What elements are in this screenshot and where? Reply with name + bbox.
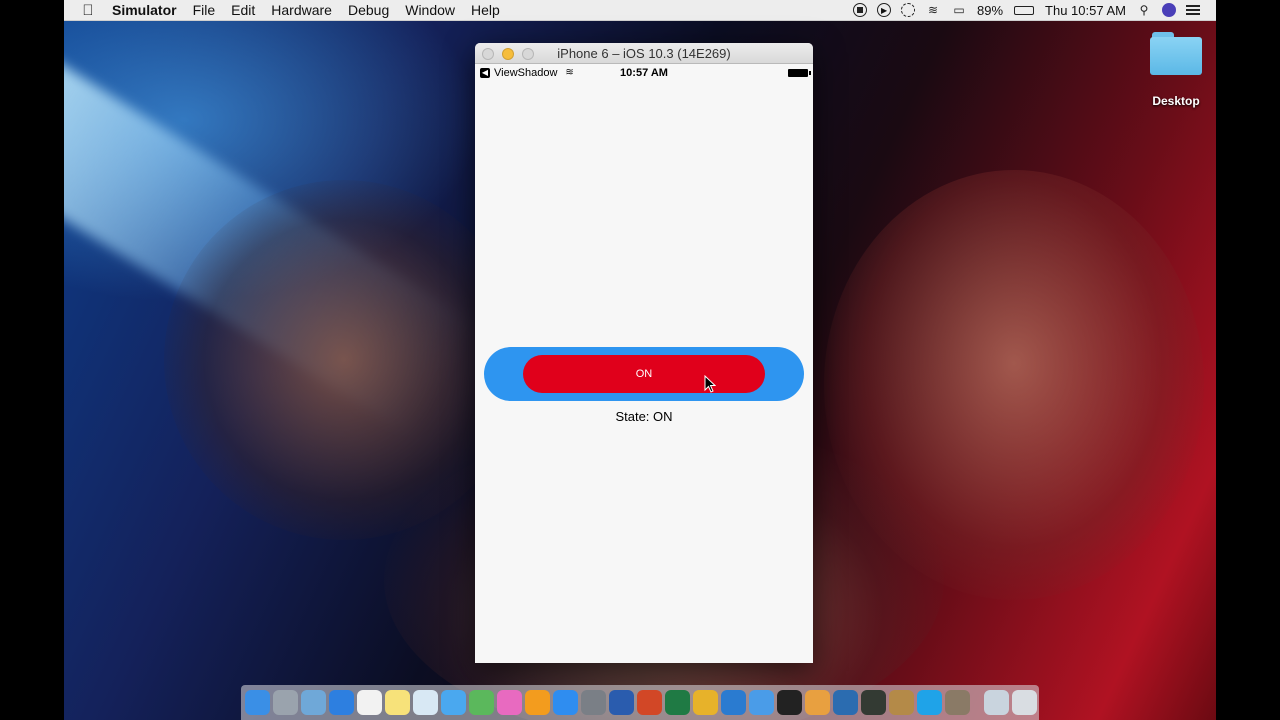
menu-file[interactable]: File bbox=[185, 2, 224, 18]
ios-clock: 10:57 AM bbox=[620, 66, 668, 79]
dock-visual-studio-code-icon[interactable] bbox=[721, 690, 746, 715]
app-content: ON State: ON bbox=[475, 81, 813, 663]
menu-help[interactable]: Help bbox=[463, 2, 508, 18]
dock-terminal-icon[interactable] bbox=[777, 690, 802, 715]
dock-downloads-icon[interactable] bbox=[984, 690, 1009, 715]
dock bbox=[241, 685, 1039, 720]
dock-excel-icon[interactable] bbox=[665, 690, 690, 715]
screen-record-icon[interactable] bbox=[853, 3, 868, 17]
airplay-icon[interactable]: ▭ bbox=[951, 3, 967, 17]
desktop-folder[interactable]: Desktop bbox=[1146, 32, 1206, 108]
menu-debug[interactable]: Debug bbox=[340, 2, 397, 18]
dock-sequel-icon[interactable] bbox=[889, 690, 914, 715]
simulator-window: iPhone 6 – iOS 10.3 (14E269) ◀ ViewShado… bbox=[475, 43, 813, 663]
dock-safari-icon[interactable] bbox=[329, 690, 354, 715]
window-close-button[interactable] bbox=[482, 48, 494, 60]
spotlight-search-icon[interactable]: ⚲ bbox=[1136, 3, 1152, 17]
dock-skype-icon[interactable] bbox=[917, 690, 942, 715]
dock-calendar-icon[interactable] bbox=[357, 690, 382, 715]
menu-app-name[interactable]: Simulator bbox=[112, 2, 185, 18]
menu-bar:  Simulator File Edit Hardware Debug Win… bbox=[64, 0, 1216, 21]
simulator-window-title: iPhone 6 – iOS 10.3 (14E269) bbox=[557, 46, 731, 61]
dock-powerpoint-icon[interactable] bbox=[637, 690, 662, 715]
dock-word-icon[interactable] bbox=[609, 690, 634, 715]
window-zoom-button[interactable] bbox=[522, 48, 534, 60]
sync-icon[interactable] bbox=[901, 3, 916, 17]
state-label: State: ON bbox=[615, 409, 673, 424]
apple-menu-icon[interactable]:  bbox=[64, 2, 112, 19]
ios-status-bar: ◀ ViewShadow ≋ 10:57 AM bbox=[475, 64, 813, 81]
desktop-folder-label: Desktop bbox=[1152, 94, 1200, 108]
ios-battery-icon bbox=[788, 68, 811, 77]
menu-hardware[interactable]: Hardware bbox=[263, 2, 340, 18]
status-menus: ▶ ≋ ▭ 89% Thu 10:57 AM ⚲ bbox=[853, 3, 1216, 18]
battery-percent[interactable]: 89% bbox=[977, 3, 1003, 18]
dock-gimp-icon[interactable] bbox=[945, 690, 970, 715]
dock-itunes-icon[interactable] bbox=[497, 690, 522, 715]
dock-finder-icon[interactable] bbox=[245, 690, 270, 715]
window-minimize-button[interactable] bbox=[502, 48, 514, 60]
play-icon[interactable]: ▶ bbox=[877, 3, 892, 17]
dock-photos-viewer-icon[interactable] bbox=[413, 690, 438, 715]
dock-quicktime-icon[interactable] bbox=[833, 690, 858, 715]
dock-notes-icon[interactable] bbox=[385, 690, 410, 715]
dock-ibooks-icon[interactable] bbox=[525, 690, 550, 715]
battery-icon[interactable] bbox=[1013, 3, 1035, 17]
menu-window[interactable]: Window bbox=[397, 2, 463, 18]
dock-activity-monitor-icon[interactable] bbox=[861, 690, 886, 715]
simulator-title-bar[interactable]: iPhone 6 – iOS 10.3 (14E269) bbox=[475, 43, 813, 64]
folder-icon bbox=[1148, 32, 1204, 76]
dock-launchpad-icon[interactable] bbox=[273, 690, 298, 715]
dock-xcode-icon[interactable] bbox=[749, 690, 774, 715]
menu-edit[interactable]: Edit bbox=[223, 2, 263, 18]
wifi-icon[interactable]: ≋ bbox=[925, 3, 941, 17]
dock-preview-icon[interactable] bbox=[301, 690, 326, 715]
toggle-button[interactable]: ON bbox=[523, 355, 765, 393]
dock-trash-icon[interactable] bbox=[1012, 690, 1037, 715]
dock-android-studio-icon[interactable] bbox=[469, 690, 494, 715]
siri-icon[interactable] bbox=[1162, 3, 1176, 17]
notification-center-icon[interactable] bbox=[1186, 5, 1200, 15]
dock-app-store-icon[interactable] bbox=[553, 690, 578, 715]
dock-pencil-icon[interactable] bbox=[805, 690, 830, 715]
dock-system-preferences-icon[interactable] bbox=[581, 690, 606, 715]
menu-clock[interactable]: Thu 10:57 AM bbox=[1045, 3, 1126, 18]
dock-chrome-icon[interactable] bbox=[693, 690, 718, 715]
dock-messages-icon[interactable] bbox=[441, 690, 466, 715]
